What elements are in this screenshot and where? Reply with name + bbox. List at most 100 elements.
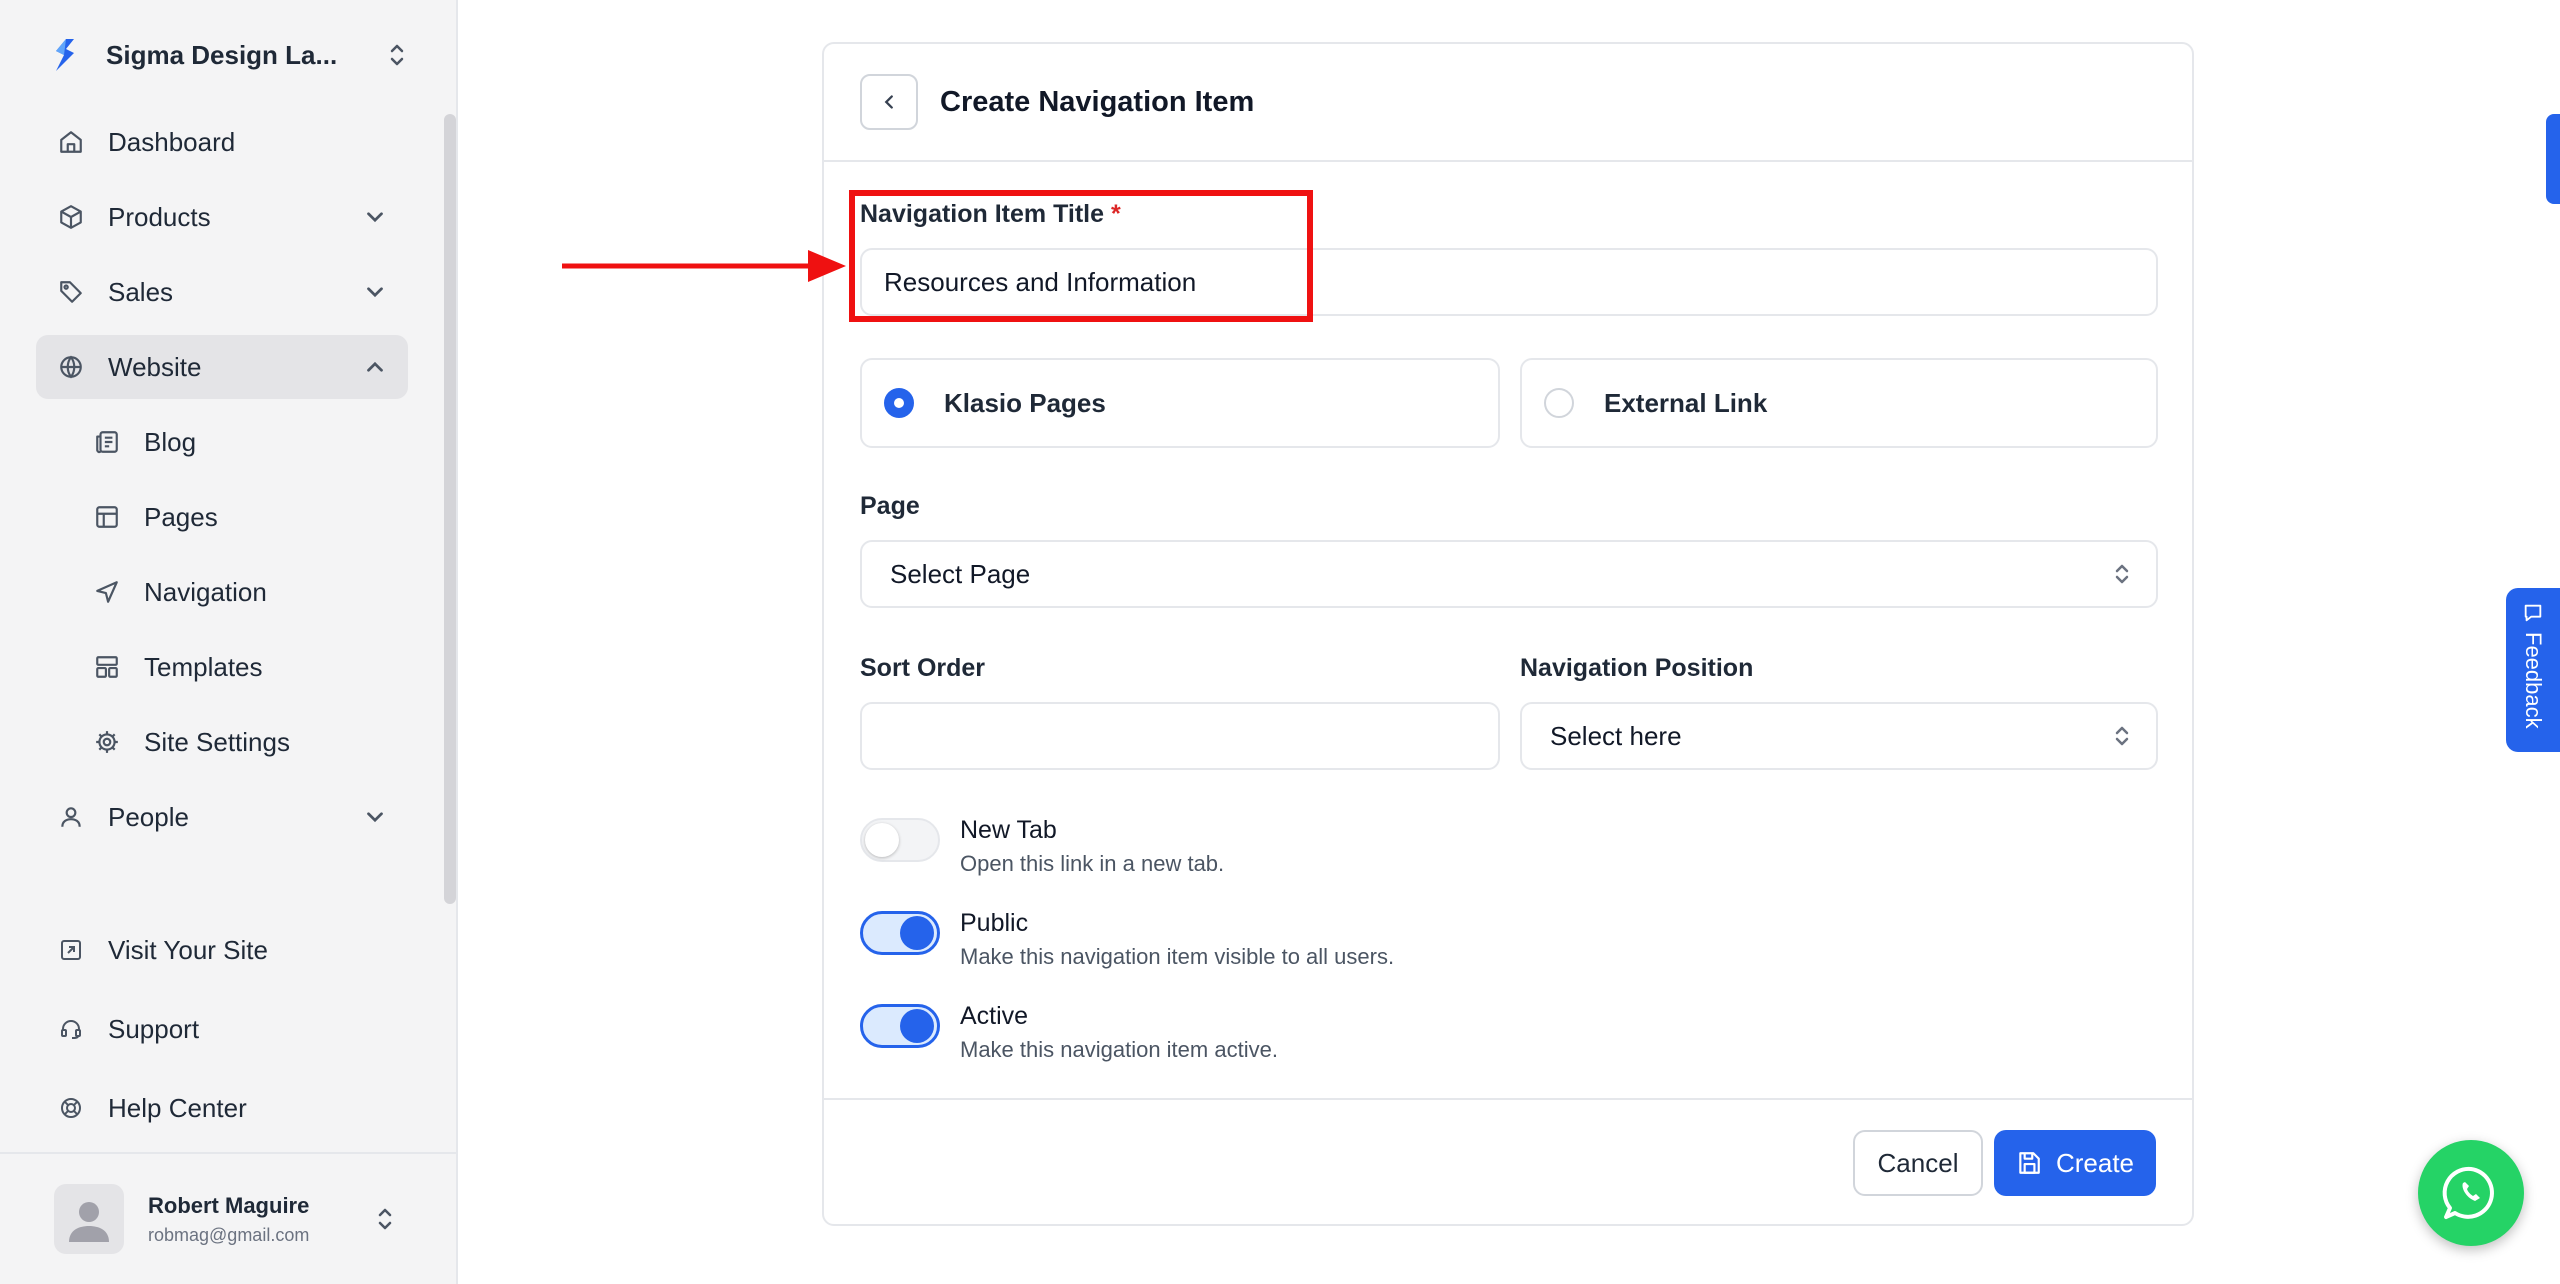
radio-external-link[interactable]: External Link xyxy=(1520,358,2158,448)
navigation-icon xyxy=(92,577,122,607)
sidebar-item-label: Site Settings xyxy=(144,726,290,757)
support-label: Support xyxy=(108,1013,200,1044)
new-tab-toggle[interactable] xyxy=(860,818,940,862)
sidebar-item-website[interactable]: Website xyxy=(36,335,408,399)
radio-klasio-pages-label: Klasio Pages xyxy=(944,387,1106,418)
sidebar-scrollbar[interactable] xyxy=(444,114,456,904)
user-icon xyxy=(56,802,86,832)
toggle-knob xyxy=(900,916,934,950)
new-tab-title: New Tab xyxy=(960,816,1057,844)
sidebar-subitem-pages[interactable]: Pages xyxy=(36,485,408,549)
sidebar-subitem-blog[interactable]: Blog xyxy=(36,410,408,474)
chevron-up-down-icon xyxy=(378,1208,392,1230)
radio-button[interactable] xyxy=(1544,388,1574,418)
feedback-tab[interactable]: Feedback xyxy=(2506,588,2560,752)
whatsapp-icon xyxy=(2442,1166,2494,1219)
brand-logo-icon xyxy=(56,39,74,71)
external-link-icon xyxy=(56,935,86,965)
headset-icon xyxy=(56,1014,86,1044)
org-switcher[interactable]: Sigma Design La... xyxy=(50,30,410,80)
avatar-placeholder-icon xyxy=(69,1202,109,1242)
sidebar-item-people[interactable]: People xyxy=(36,785,408,849)
user-info: Robert Maguire robmag@gmail.com xyxy=(148,1193,372,1246)
sidebar-item-sales[interactable]: Sales xyxy=(36,260,408,324)
chevron-up-down-icon xyxy=(2115,726,2129,746)
sidebar: Sigma Design La... Dashboard Products Sa… xyxy=(0,0,458,1284)
newspaper-icon xyxy=(92,427,122,457)
sidebar-item-label: Dashboard xyxy=(108,126,236,157)
tag-icon xyxy=(56,277,86,307)
chevron-down-icon xyxy=(367,287,383,298)
sidebar-nav: Dashboard Products Sales Website Blog Pa… xyxy=(36,110,408,860)
page-select-value: Select Page xyxy=(890,558,1031,589)
user-email: robmag@gmail.com xyxy=(148,1224,310,1245)
sidebar-item-label: People xyxy=(108,801,189,832)
navigation-position-value: Select here xyxy=(1550,720,1682,751)
visit-site-link[interactable]: Visit Your Site xyxy=(36,918,408,982)
toggle-row-active: Active Make this navigation item active. xyxy=(860,1002,1278,1063)
sidebar-item-label: Website xyxy=(108,351,202,382)
card-footer: Cancel Create xyxy=(824,1098,2192,1224)
annotation-arrow-icon xyxy=(562,250,846,282)
save-icon xyxy=(2019,1152,2040,1174)
chevron-up-down-icon xyxy=(2115,564,2129,584)
navigation-position-label: Navigation Position xyxy=(1520,654,1754,682)
box-icon xyxy=(56,202,86,232)
chevron-down-icon xyxy=(367,212,383,223)
sidebar-item-label: Blog xyxy=(144,426,197,457)
card-header: Create Navigation Item xyxy=(824,44,2192,162)
active-title: Active xyxy=(960,1002,1029,1030)
sort-order-label: Sort Order xyxy=(860,654,986,682)
globe-icon xyxy=(56,352,86,382)
annotation-highlight-box xyxy=(849,190,1313,322)
chevron-up-down-icon xyxy=(390,44,404,66)
radio-klasio-pages[interactable]: Klasio Pages xyxy=(860,358,1500,448)
layout-icon xyxy=(92,502,122,532)
visit-site-label: Visit Your Site xyxy=(108,934,268,965)
help-center-link[interactable]: Help Center xyxy=(36,1076,408,1140)
sidebar-item-products[interactable]: Products xyxy=(36,185,408,249)
sidebar-item-label: Navigation xyxy=(144,576,267,607)
support-link[interactable]: Support xyxy=(36,997,408,1061)
public-desc: Make this navigation item visible to all… xyxy=(960,944,1395,969)
template-icon xyxy=(92,652,122,682)
sidebar-subitem-templates[interactable]: Templates xyxy=(36,635,408,699)
sidebar-item-label: Templates xyxy=(144,651,263,682)
toggle-row-new-tab: New Tab Open this link in a new tab. xyxy=(860,816,1224,877)
page-title: Create Navigation Item xyxy=(940,85,1255,118)
toggle-knob xyxy=(865,823,899,857)
sidebar-item-label: Pages xyxy=(144,501,218,532)
chevron-down-icon xyxy=(367,812,383,823)
public-toggle[interactable] xyxy=(860,911,940,955)
sort-order-input[interactable] xyxy=(860,702,1500,770)
org-name: Sigma Design La... xyxy=(106,39,338,70)
feedback-label: Feedback xyxy=(2521,632,2546,729)
active-toggle[interactable] xyxy=(860,1004,940,1048)
help-center-label: Help Center xyxy=(108,1092,247,1123)
avatar xyxy=(54,1184,124,1254)
sidebar-subitem-navigation[interactable]: Navigation xyxy=(36,560,408,624)
sidebar-item-dashboard[interactable]: Dashboard xyxy=(36,110,408,174)
radio-button-checked[interactable] xyxy=(884,388,914,418)
radio-external-link-label: External Link xyxy=(1604,387,1768,418)
page-field-label: Page xyxy=(860,492,920,520)
sidebar-item-label: Sales xyxy=(108,276,174,307)
navigation-position-select[interactable]: Select here xyxy=(1520,702,2158,770)
user-menu[interactable]: Robert Maguire robmag@gmail.com xyxy=(0,1152,456,1284)
gear-icon xyxy=(92,727,122,757)
sidebar-subitem-site-settings[interactable]: Site Settings xyxy=(36,710,408,774)
side-panel-tab[interactable] xyxy=(2546,114,2560,204)
page-select[interactable]: Select Page xyxy=(860,540,2158,608)
cancel-button[interactable]: Cancel xyxy=(1853,1130,1983,1196)
active-desc: Make this navigation item active. xyxy=(960,1037,1278,1062)
toggle-knob xyxy=(900,1009,934,1043)
sidebar-bottom-links: Visit Your Site Support Help Center xyxy=(36,918,408,1155)
home-icon xyxy=(56,127,86,157)
lifebuoy-icon xyxy=(56,1093,86,1123)
create-button-label: Create xyxy=(2055,1147,2135,1178)
whatsapp-button[interactable] xyxy=(2418,1140,2524,1246)
sidebar-item-label: Products xyxy=(108,201,211,232)
toggle-row-public: Public Make this navigation item visible… xyxy=(860,909,1394,970)
back-button[interactable] xyxy=(860,74,918,130)
create-button[interactable]: Create xyxy=(1994,1130,2156,1196)
